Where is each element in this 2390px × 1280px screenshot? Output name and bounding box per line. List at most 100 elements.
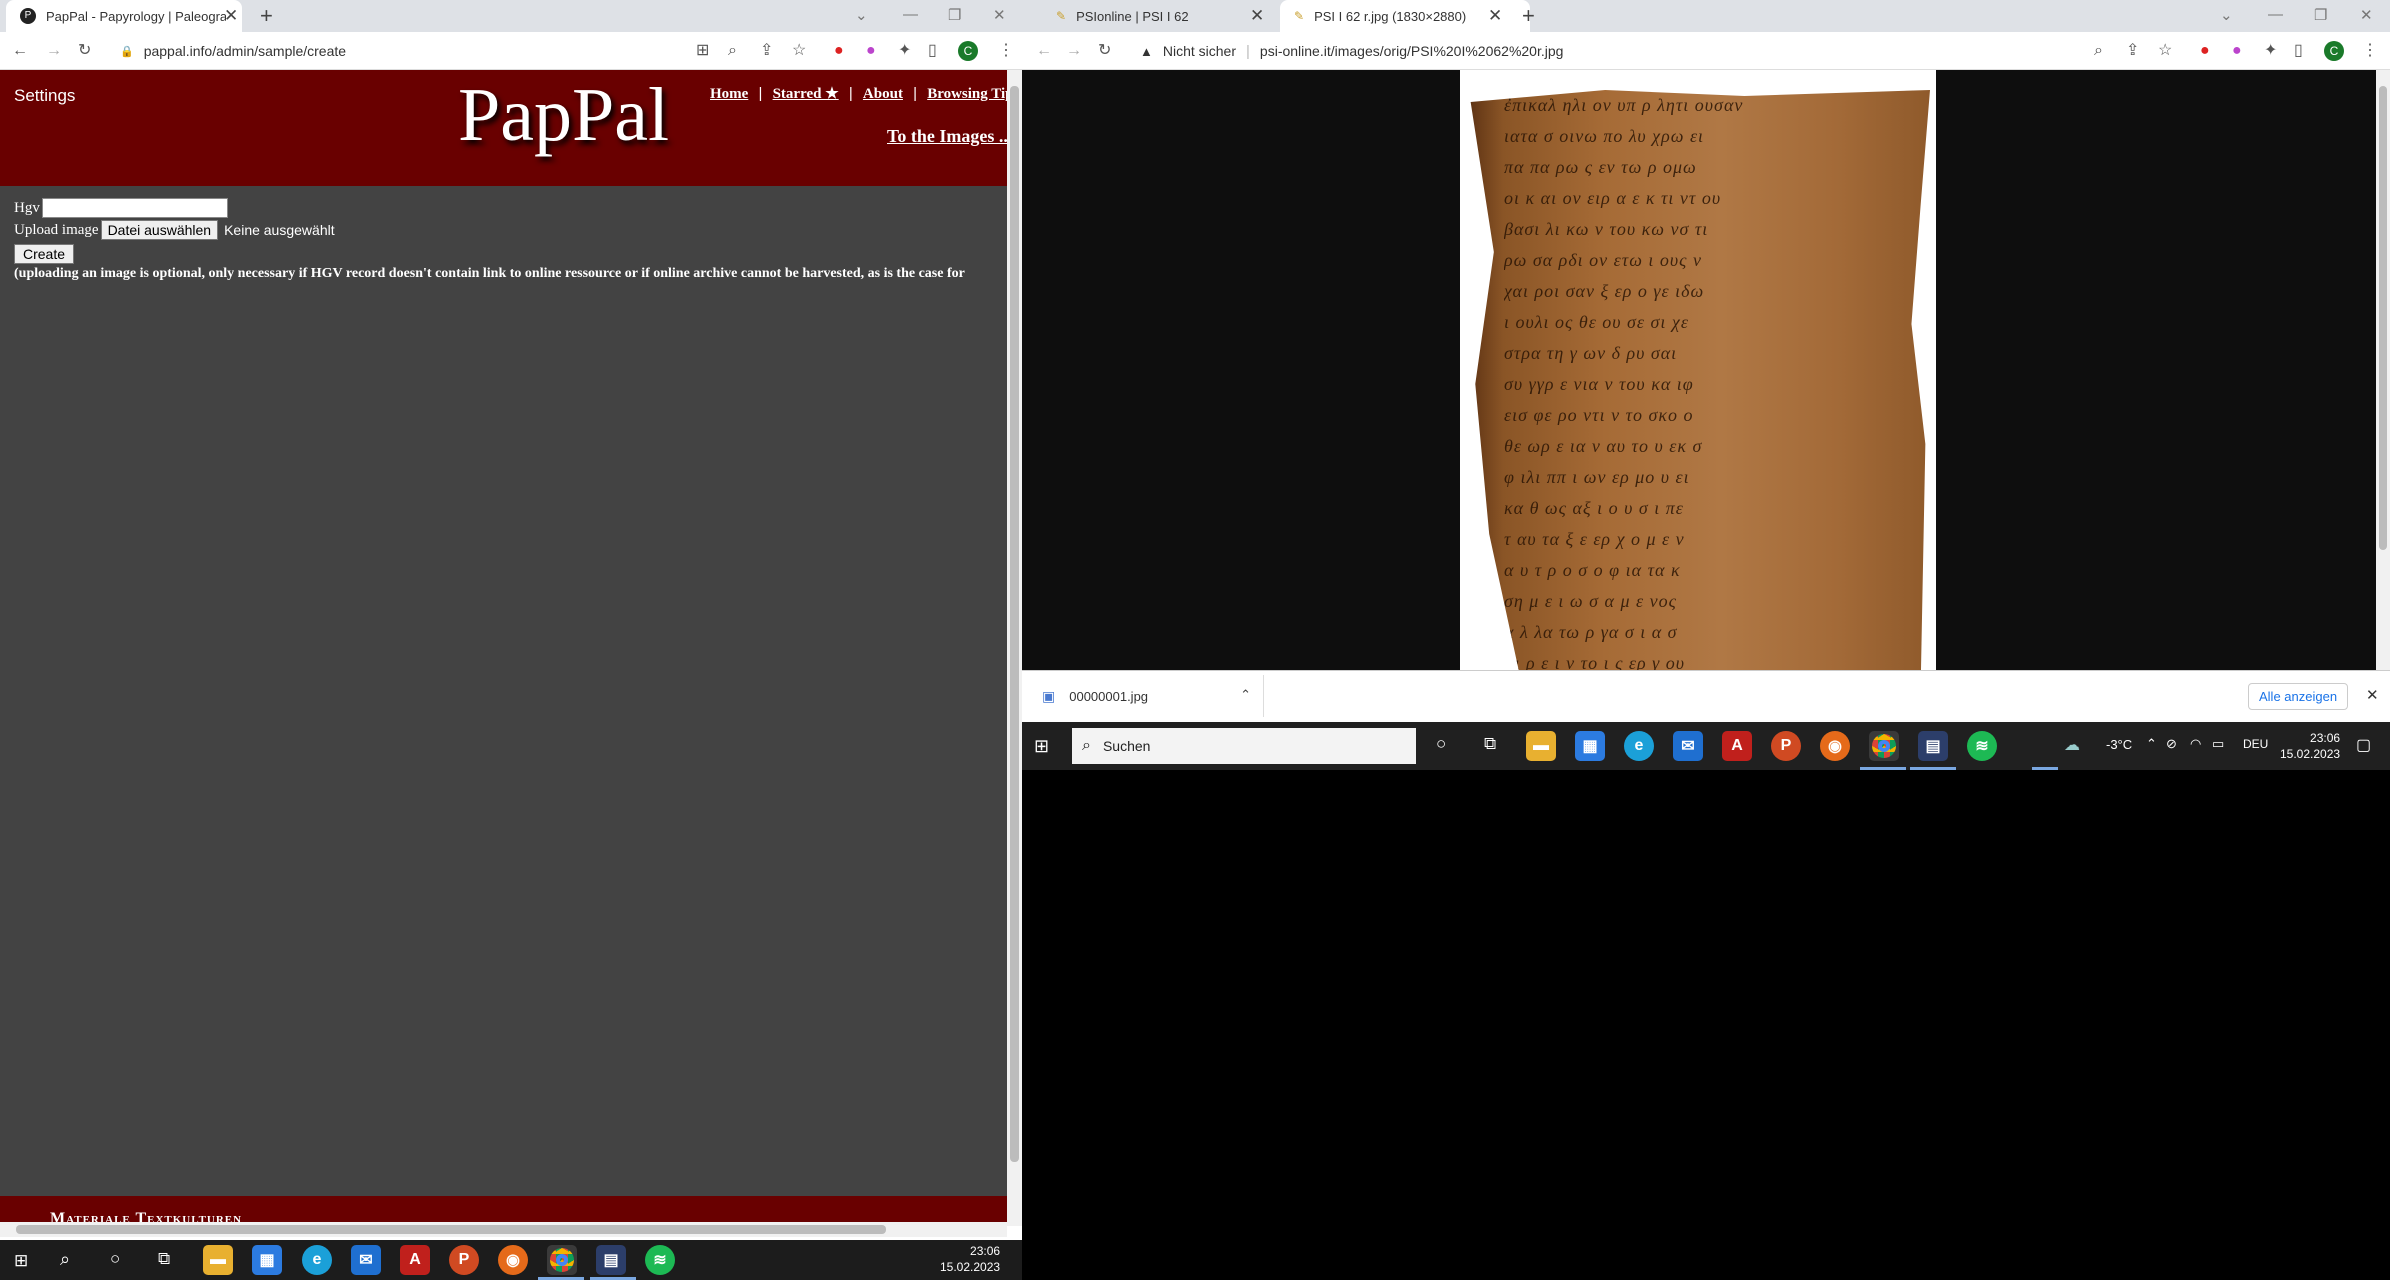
forward-icon[interactable]: → — [46, 41, 62, 61]
back-icon[interactable]: ← — [1036, 41, 1052, 61]
scrollbar-thumb[interactable] — [2379, 86, 2387, 550]
forward-icon[interactable]: → — [1066, 41, 1082, 61]
search-box[interactable]: ⌕ Suchen — [1072, 728, 1416, 764]
close-tab-icon[interactable]: ✕ — [1250, 6, 1264, 26]
bookmark-star-icon[interactable]: ☆ — [792, 41, 806, 61]
explorer-icon[interactable]: ▬ — [1526, 731, 1556, 761]
close-window-icon[interactable]: ✕ — [2360, 6, 2373, 24]
edge-icon[interactable]: e — [1624, 731, 1654, 761]
minimize-icon[interactable]: — — [903, 6, 918, 23]
vertical-scrollbar[interactable] — [2376, 70, 2390, 670]
papyrus-image-frame[interactable]: ἐπικαλ ηλι ον υπ ρ λητι ουσαν ιατα σ οινω… — [1460, 70, 1936, 670]
new-tab-icon[interactable]: + — [260, 3, 273, 29]
security-label[interactable]: Nicht sicher — [1163, 43, 1236, 59]
mail-icon[interactable]: ✉ — [1673, 731, 1703, 761]
profile-avatar[interactable]: C — [958, 41, 978, 61]
scrollbar-thumb[interactable] — [16, 1225, 886, 1234]
back-icon[interactable]: ← — [12, 41, 28, 61]
bookmark-star-icon[interactable]: ☆ — [2158, 41, 2172, 61]
close-download-bar-icon[interactable]: ✕ — [2366, 686, 2379, 704]
clock-date[interactable]: 15.02.2023 — [940, 1259, 1000, 1275]
reload-icon[interactable]: ↻ — [78, 41, 91, 61]
extension-icon[interactable]: ● — [2200, 41, 2210, 61]
firefox-icon[interactable]: ◉ — [498, 1245, 528, 1275]
cortana-icon[interactable]: ○ — [1436, 734, 1446, 754]
search-icon[interactable]: ⌕ — [60, 1249, 70, 1270]
wifi-icon[interactable]: ◠ — [2190, 736, 2201, 752]
vertical-scrollbar[interactable] — [1007, 70, 1022, 1226]
side-panel-icon[interactable]: ▯ — [928, 41, 937, 61]
store-icon[interactable]: ▦ — [252, 1245, 282, 1275]
share-icon[interactable]: ⇪ — [760, 41, 773, 61]
extension-icon[interactable]: ● — [2232, 41, 2242, 61]
restore-icon[interactable]: ❐ — [2314, 6, 2327, 24]
profile-avatar[interactable]: C — [2324, 41, 2344, 61]
extensions-puzzle-icon[interactable]: ✦ — [2264, 41, 2277, 61]
address-bar[interactable]: ▲ Nicht sicher | psi-online.it/images/or… — [1126, 35, 2126, 67]
scrollbar-thumb[interactable] — [1010, 86, 1019, 1162]
spotify-icon[interactable]: ≋ — [645, 1245, 675, 1275]
acrobat-icon[interactable]: A — [400, 1245, 430, 1275]
powerpoint-icon[interactable]: P — [1771, 731, 1801, 761]
weather-icon[interactable]: ☁ — [2064, 735, 2080, 755]
close-tab-icon[interactable]: ✕ — [1488, 6, 1502, 26]
translate-icon[interactable]: ⊞ — [696, 41, 709, 61]
files-icon[interactable]: ▤ — [1918, 731, 1948, 761]
start-icon[interactable]: ⊞ — [1034, 736, 1049, 757]
clock-date[interactable]: 15.02.2023 — [2280, 746, 2340, 762]
clock-time[interactable]: 23:06 — [940, 1243, 1000, 1259]
battery-icon[interactable]: ▭ — [2212, 736, 2224, 752]
horizontal-scrollbar[interactable] — [0, 1222, 1007, 1237]
task-view-icon[interactable]: ⧉ — [158, 1249, 170, 1269]
files-icon[interactable]: ▤ — [596, 1245, 626, 1275]
share-icon[interactable]: ⇪ — [2126, 41, 2139, 61]
nav-home[interactable]: Home — [710, 86, 748, 102]
mail-icon[interactable]: ✉ — [351, 1245, 381, 1275]
download-item[interactable]: ▣ 00000001.jpg ⌃ — [1028, 675, 1264, 717]
explorer-icon[interactable]: ▬ — [203, 1245, 233, 1275]
tab-pappal[interactable]: P PapPal - Papyrology | Paleograph — [6, 0, 242, 32]
powerpoint-icon[interactable]: P — [449, 1245, 479, 1275]
zoom-icon[interactable]: ⌕ — [2094, 41, 2103, 61]
start-icon[interactable]: ⊞ — [14, 1251, 28, 1271]
settings-link[interactable]: Settings — [14, 86, 75, 106]
side-panel-icon[interactable]: ▯ — [2294, 41, 2303, 61]
cortana-icon[interactable]: ○ — [110, 1249, 120, 1269]
chrome-icon[interactable] — [1869, 731, 1899, 761]
zoom-icon[interactable]: ⌕ — [728, 41, 737, 61]
weather-temp[interactable]: -3°C — [2106, 737, 2132, 752]
tab-search-icon[interactable]: ⌄ — [855, 6, 868, 24]
edge-icon[interactable]: e — [302, 1245, 332, 1275]
minimize-icon[interactable]: — — [2268, 6, 2283, 23]
close-tab-icon[interactable]: ✕ — [224, 6, 238, 26]
language-indicator[interactable]: DEU — [2243, 737, 2268, 751]
hgv-input[interactable] — [41, 198, 228, 218]
extension-icon[interactable]: ● — [866, 41, 876, 61]
extensions-puzzle-icon[interactable]: ✦ — [898, 41, 911, 61]
restore-icon[interactable]: ❐ — [948, 6, 961, 24]
nav-about[interactable]: About — [863, 86, 903, 102]
spotify-icon[interactable]: ≋ — [1967, 731, 1997, 761]
close-window-icon[interactable]: ✕ — [993, 6, 1006, 24]
clock-time[interactable]: 23:06 — [2280, 730, 2340, 746]
pappal-logo[interactable]: PapPal — [458, 72, 669, 159]
show-all-button[interactable]: Alle anzeigen — [2248, 683, 2349, 710]
choose-file-button[interactable]: Datei auswählen — [100, 220, 219, 240]
chevron-up-icon[interactable]: ⌃ — [2146, 736, 2157, 752]
tab-search-icon[interactable]: ⌄ — [2220, 6, 2233, 24]
nav-browsing-tips[interactable]: Browsing Tips — [927, 86, 1019, 102]
network-icon[interactable]: ⊘ — [2166, 736, 2177, 752]
task-view-icon[interactable]: ⧉ — [1484, 734, 1496, 754]
nav-starred[interactable]: Starred ★ — [773, 86, 839, 102]
reload-icon[interactable]: ↻ — [1098, 41, 1111, 61]
menu-icon[interactable]: ⋮ — [998, 41, 1014, 61]
firefox-icon[interactable]: ◉ — [1820, 731, 1850, 761]
new-tab-icon[interactable]: + — [1522, 3, 1535, 29]
create-button[interactable]: Create — [14, 244, 75, 264]
chevron-up-icon[interactable]: ⌃ — [1240, 687, 1251, 703]
chrome-icon[interactable] — [547, 1245, 577, 1275]
notification-icon[interactable]: ▢ — [2356, 735, 2371, 755]
menu-icon[interactable]: ⋮ — [2362, 41, 2378, 61]
tab-psionline[interactable]: ✎ PSIonline | PSI I 62 — [1042, 0, 1282, 32]
acrobat-icon[interactable]: A — [1722, 731, 1752, 761]
